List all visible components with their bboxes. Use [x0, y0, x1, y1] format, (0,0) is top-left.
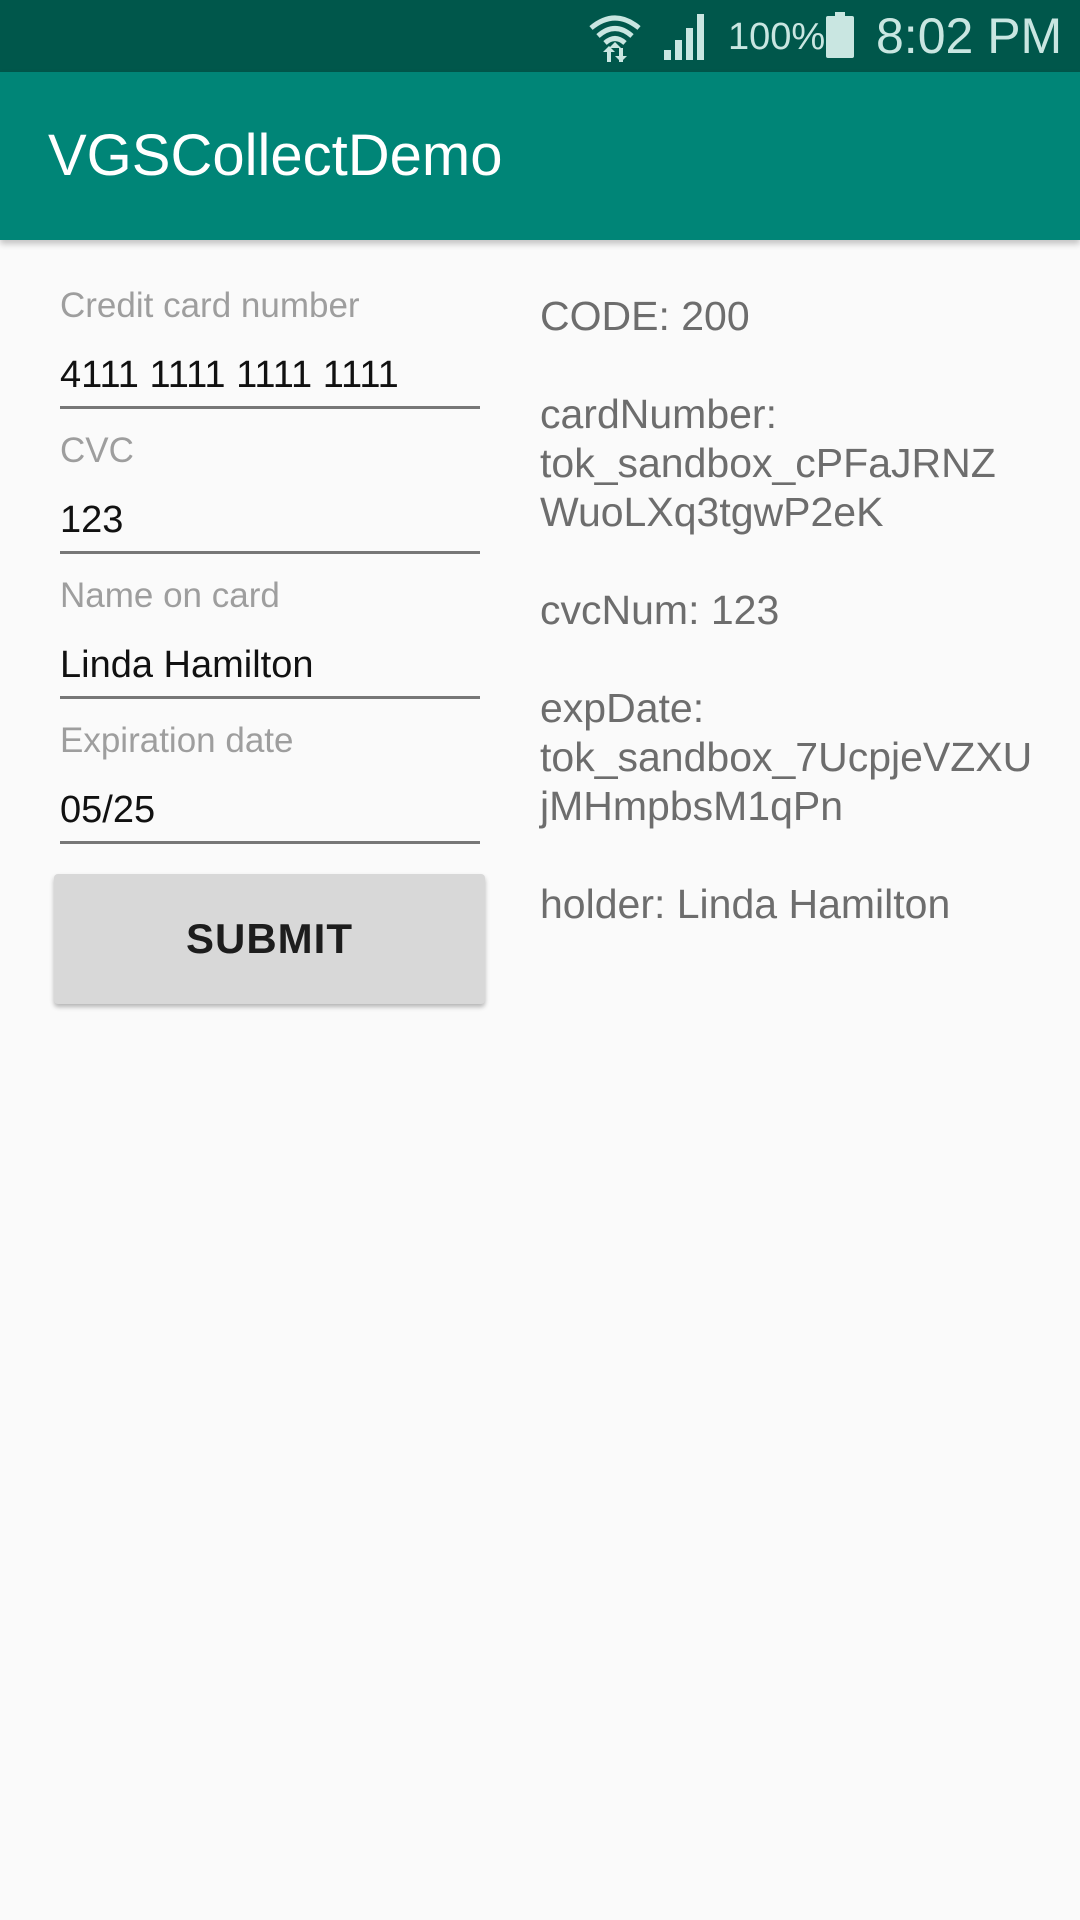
card-number-label: Credit card number: [60, 286, 360, 325]
cvc-field[interactable]: CVC 123: [60, 385, 480, 554]
expiration-date-field[interactable]: Expiration date 05/25: [60, 675, 480, 844]
cvc-num: cvcNum: 123: [540, 587, 780, 633]
status-clock: 8:02 PM: [876, 8, 1063, 64]
submit-button[interactable]: SUBMIT: [54, 874, 485, 1004]
battery-percent: 100%: [728, 16, 826, 58]
cvc-label: CVC: [60, 431, 134, 470]
exp-date-token-1: tok_sandbox_7UcpjeVZXU: [540, 734, 1033, 780]
holder: holder: Linda Hamilton: [540, 881, 951, 927]
app-title: VGSCollectDemo: [48, 123, 503, 188]
response-output: CODE: 200 cardNumber: tok_sandbox_cPFaJR…: [540, 292, 1060, 929]
name-on-card-field[interactable]: Name on card Linda Hamilton: [60, 530, 480, 699]
expiration-date-label: Expiration date: [60, 721, 294, 760]
wifi-icon: [589, 15, 641, 62]
expiration-date-underline: [60, 841, 480, 844]
card-number-field[interactable]: Credit card number 4111 1111 1111 1111: [60, 240, 480, 409]
name-on-card-label: Name on card: [60, 576, 280, 615]
status-bar: 100% 8:02 PM: [0, 0, 1080, 72]
exp-date-token-2: jMHmpbsM1qPn: [540, 783, 844, 829]
exp-date-key: expDate:: [540, 685, 705, 731]
card-number-token-1: tok_sandbox_cPFaJRNZ: [540, 440, 996, 486]
expiration-date-input[interactable]: 05/25: [60, 788, 155, 832]
card-number-token-2: WuoLXq3tgwP2eK: [540, 489, 884, 535]
response-code: CODE: 200: [540, 293, 750, 339]
signal-icon: [664, 14, 704, 60]
card-number-key: cardNumber:: [540, 391, 777, 437]
app-bar: VGSCollectDemo: [0, 72, 1080, 240]
battery-icon: [826, 12, 854, 58]
